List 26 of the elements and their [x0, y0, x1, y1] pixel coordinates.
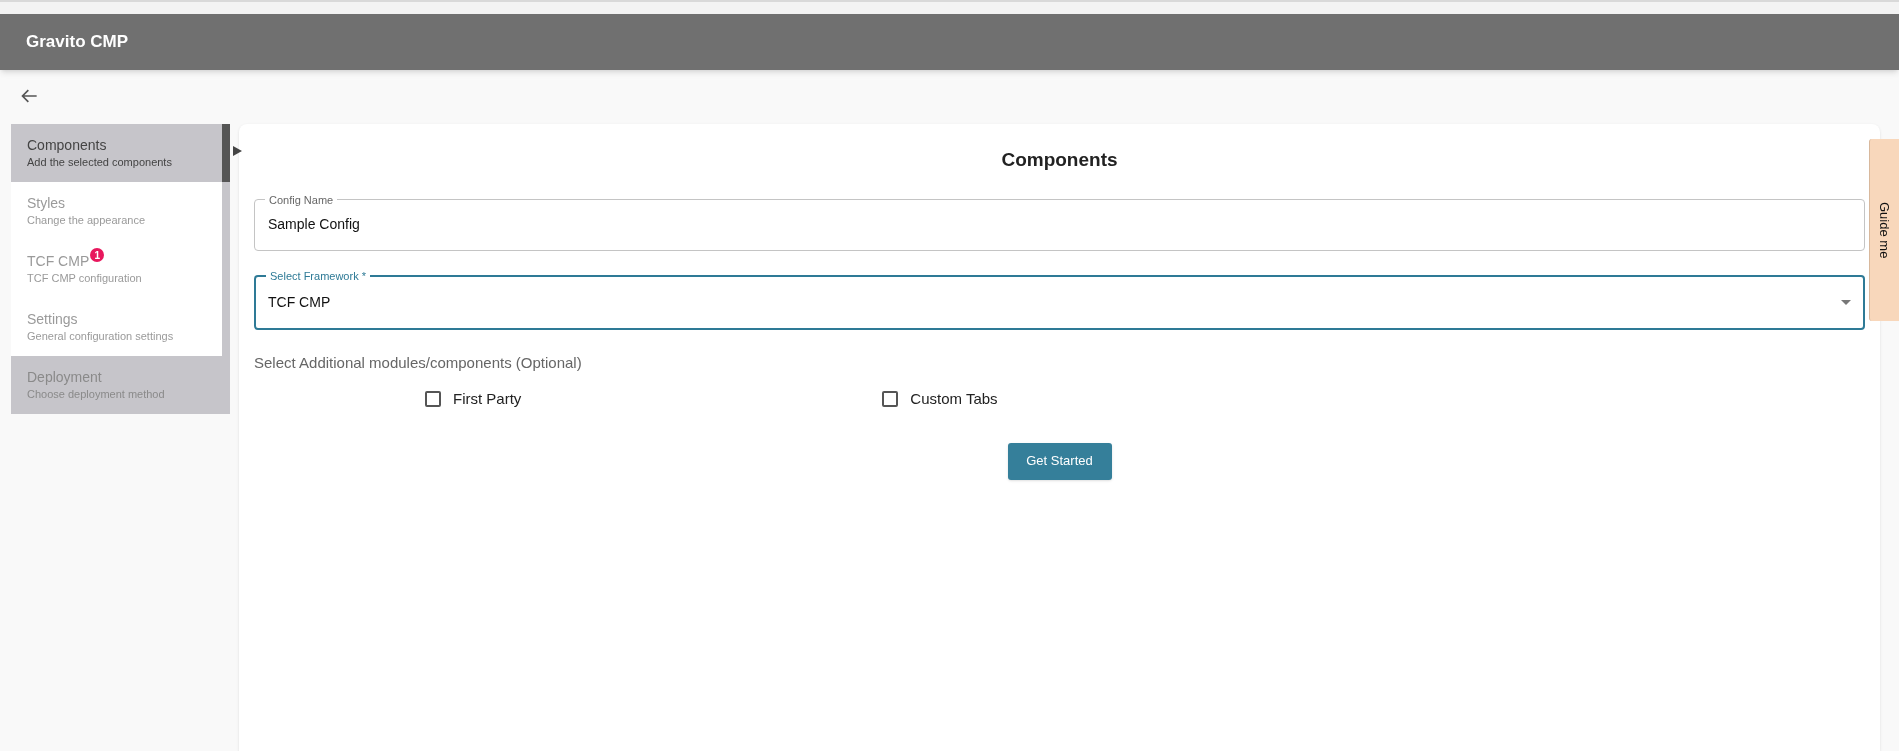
step-subtitle: Choose deployment method [27, 387, 166, 402]
dropdown-caret-icon [1841, 299, 1851, 305]
pointer-icon [233, 146, 242, 156]
step-title: Styles [27, 194, 66, 212]
step-title: TCF CMP [27, 252, 90, 270]
step-title: Settings [27, 310, 78, 328]
modules-label: Select Additional modules/components (Optional) [254, 352, 583, 373]
checkbox-label: First Party [453, 389, 522, 409]
step-item[interactable]: Components Add the selected components [11, 124, 222, 182]
step-subtitle: TCF CMP configuration [27, 271, 143, 286]
page-heading: Components [1000, 148, 1119, 172]
step-title: Components [27, 136, 107, 154]
step-title: Deployment [27, 368, 103, 386]
field-value: Sample Config [268, 215, 360, 234]
step-subtitle: General configuration settings [27, 329, 175, 344]
step-subtitle: Add the selected components [27, 155, 173, 170]
app-title: Gravito CMP [26, 31, 129, 54]
scrollbar[interactable] [222, 124, 230, 356]
checkbox-label: Custom Tabs [910, 389, 998, 409]
field-value: TCF CMP [268, 292, 331, 312]
guide-me-tab[interactable]: Guide me [1869, 139, 1899, 321]
checkbox[interactable] [425, 391, 441, 408]
step-subtitle: Change the appearance [27, 213, 147, 228]
checkbox[interactable] [882, 391, 899, 408]
get-started-button[interactable]: Get Started [1007, 442, 1112, 480]
notification-badge: 1 [90, 248, 105, 262]
